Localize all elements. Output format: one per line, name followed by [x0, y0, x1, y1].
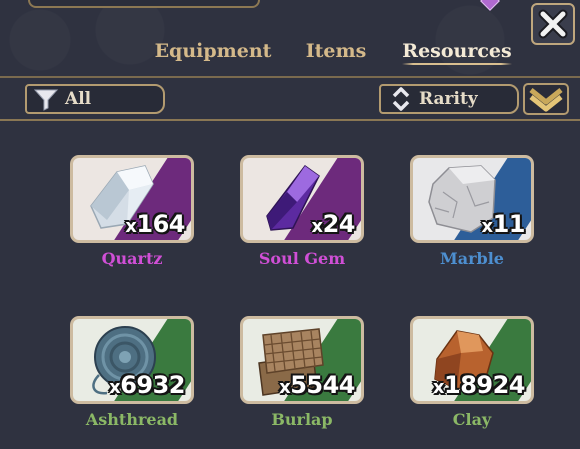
active-tab-underline: [402, 63, 512, 65]
resource-quantity: x164: [125, 210, 185, 238]
top-divider: [0, 76, 580, 78]
resource-name: Clay: [452, 410, 492, 429]
resource-name: Soul Gem: [258, 249, 346, 268]
resource-quantity: x11: [481, 210, 525, 238]
resource-card: x11: [410, 155, 534, 243]
resource-quantity: x6932: [109, 371, 185, 399]
close-icon: [538, 9, 568, 39]
resource-card: x6932: [70, 316, 194, 404]
resource-card: x18924: [410, 316, 534, 404]
filter-label: All: [65, 89, 92, 109]
double-chevron-down-icon: [529, 88, 563, 112]
sort-arrows-icon: [392, 87, 410, 111]
resource-name: Marble: [440, 249, 504, 268]
resource-slot-ashthread[interactable]: x6932 Ashthread: [70, 316, 194, 429]
resource-slot-soul-gem[interactable]: x24 Soul Gem: [240, 155, 364, 268]
sort-order-toggle[interactable]: [523, 83, 569, 115]
resource-name: Burlap: [271, 410, 333, 429]
resource-quantity: x24: [311, 210, 355, 238]
filter-divider: [0, 119, 580, 121]
filter-dropdown[interactable]: All: [25, 84, 165, 114]
tab-equipment[interactable]: Equipment: [152, 36, 274, 66]
sort-label: Rarity: [419, 89, 478, 109]
resource-name: Quartz: [101, 249, 163, 268]
top-panel-frame: [28, 0, 260, 8]
resource-quantity: x5544: [279, 371, 355, 399]
funnel-icon: [33, 89, 59, 111]
resource-slot-marble[interactable]: x11 Marble: [410, 155, 534, 268]
resource-card: x24: [240, 155, 364, 243]
resource-card: x164: [70, 155, 194, 243]
tab-resources[interactable]: Resources: [402, 36, 512, 66]
tab-items[interactable]: Items: [300, 36, 372, 66]
resource-slot-quartz[interactable]: x164 Quartz: [70, 155, 194, 268]
resource-slot-burlap[interactable]: x5544 Burlap: [240, 316, 364, 429]
resource-slot-clay[interactable]: x18924 Clay: [410, 316, 534, 429]
resource-card: x5544: [240, 316, 364, 404]
sort-dropdown[interactable]: Rarity: [379, 84, 519, 114]
resource-name: Ashthread: [85, 410, 179, 429]
resource-quantity: x18924: [432, 371, 526, 399]
